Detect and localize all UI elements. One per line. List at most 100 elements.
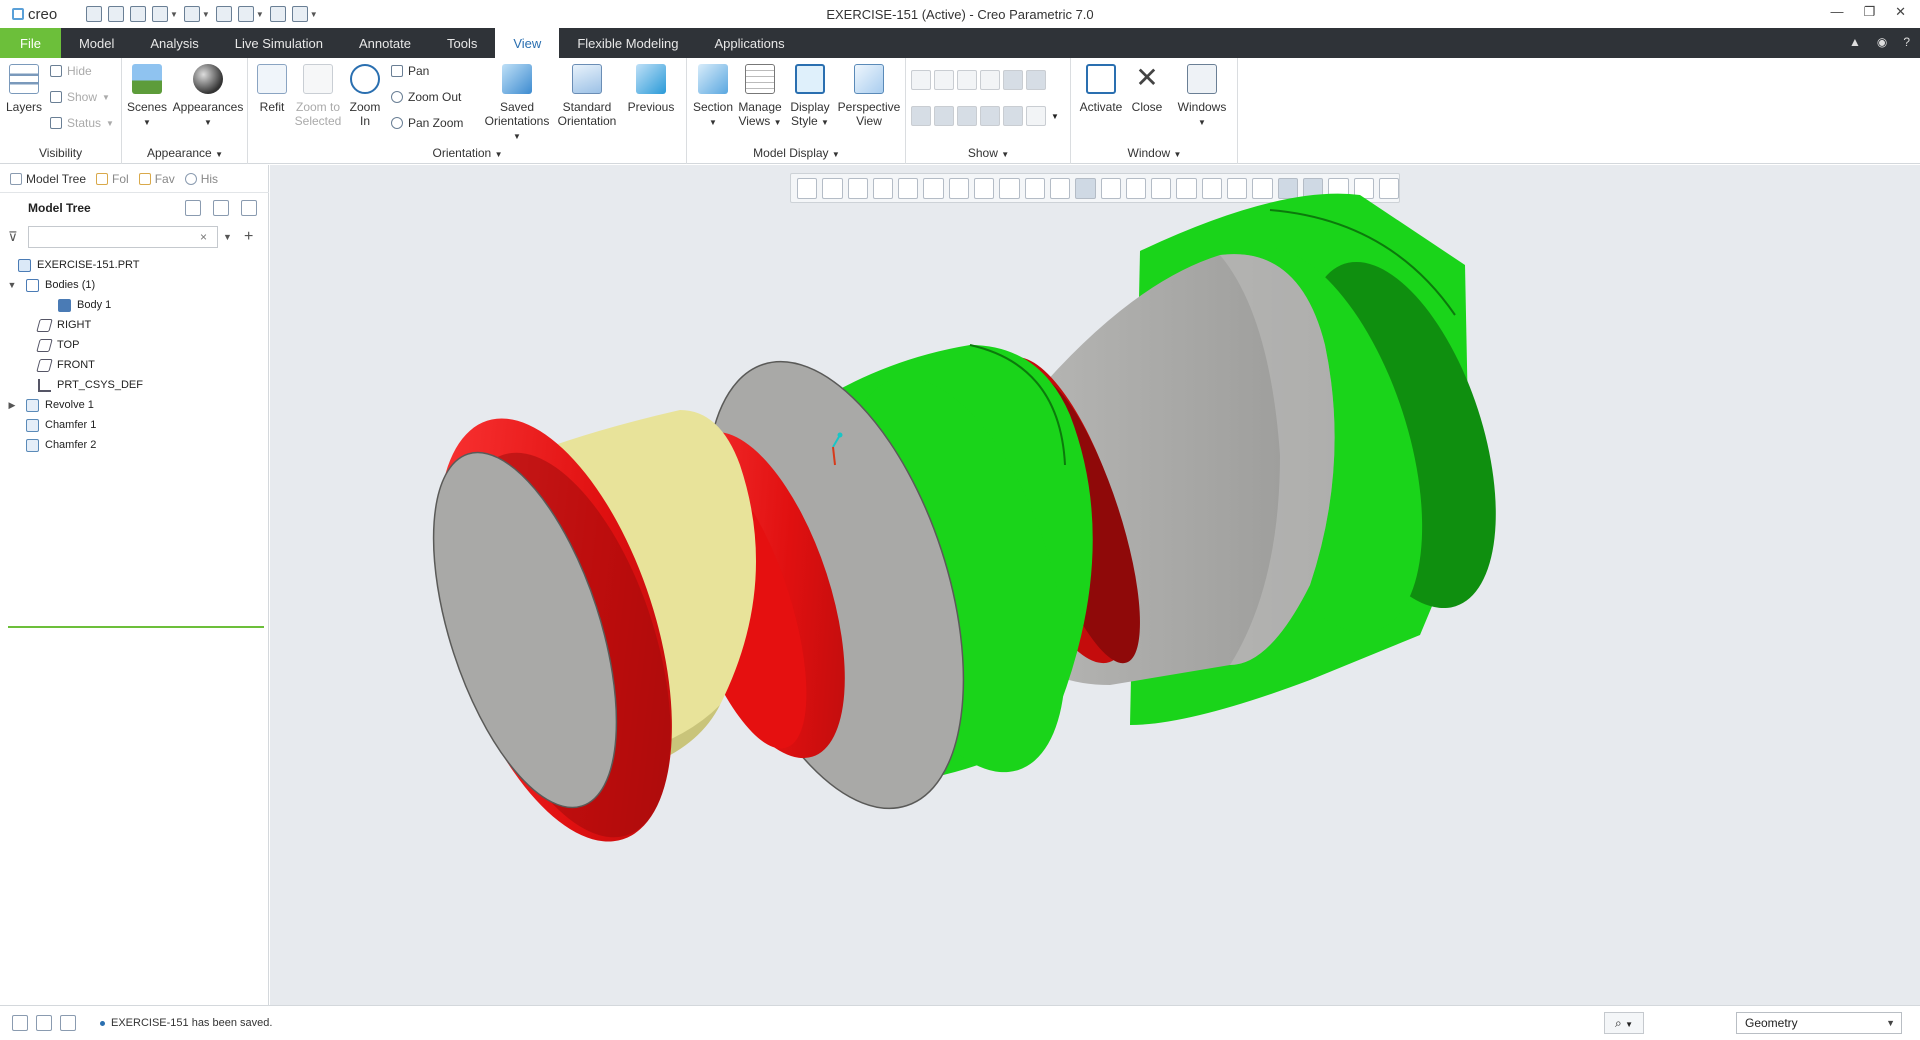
redo-dropdown-icon[interactable]: ▼ [202,10,210,19]
tab-favorites[interactable]: Fav [138,172,175,186]
minimize-icon[interactable]: — [1830,4,1843,20]
fullscreen-icon[interactable] [60,1015,76,1031]
zoom-in-button[interactable]: Zoom In [347,64,383,128]
tab-analysis[interactable]: Analysis [132,28,216,58]
tab-history[interactable]: His [184,172,218,186]
tree-node-chamfer-2[interactable]: Chamfer 2 [6,435,266,455]
regenerate-icon[interactable] [215,6,232,22]
tab-model-tree[interactable]: Model Tree [10,172,86,186]
annotation-display-icon[interactable] [1003,70,1023,90]
tree-node-top[interactable]: TOP [6,335,266,355]
tree-node-right[interactable]: RIGHT [6,315,266,335]
expand-icon[interactable]: ▼ [6,280,18,290]
undo-dropdown-icon[interactable]: ▼ [170,10,178,19]
search-options-dropdown-icon[interactable]: ▼ [223,232,232,242]
appearances-button[interactable]: Appearances ▼ [171,64,245,130]
clear-search-icon[interactable]: × [200,230,207,244]
navigator-toggle-icon[interactable] [12,1015,28,1031]
tab-model[interactable]: Model [61,28,132,58]
close-window-icon[interactable] [269,6,286,22]
selection-filter[interactable]: Geometry ▼ [1736,1012,1902,1034]
curve-display-icon[interactable] [1003,106,1023,126]
plane-tag-display-icon[interactable] [1026,70,1046,90]
close-button[interactable]: ✕ Close [1128,64,1166,115]
tab-applications[interactable]: Applications [696,28,802,58]
refit-button[interactable]: Refit [255,64,289,114]
tree-node-csys[interactable]: PRT_CSYS_DEF [6,375,266,395]
tab-live-simulation[interactable]: Live Simulation [217,28,341,58]
tree-node-bodies[interactable]: ▼ Bodies (1) [6,275,266,295]
point-display-icon[interactable] [957,70,977,90]
tab-flexible-modeling[interactable]: Flexible Modeling [559,28,696,58]
graphics-window[interactable] [270,165,1920,1005]
restore-icon[interactable]: ❐ [1863,4,1875,20]
show-button[interactable]: Show ▼ [50,90,110,104]
saved-orientations-button[interactable]: Saved Orientations ▼ [481,64,553,144]
open-icon[interactable] [108,6,124,22]
redo-icon[interactable] [183,6,200,22]
collapse-ribbon-icon[interactable]: ▲ [1849,35,1861,49]
windows-button[interactable]: Windows ▼ [1172,64,1232,130]
activate-button[interactable]: Activate [1076,64,1126,114]
plane-display-icon[interactable] [911,70,931,90]
section-button[interactable]: Section ▼ [692,64,734,130]
status-button[interactable]: Status ▼ [50,116,114,130]
tree-node-part[interactable]: EXERCISE-151.PRT [6,255,266,275]
show-menu-icon[interactable] [213,200,229,216]
tree-node-front[interactable]: FRONT [6,355,266,375]
filter-tree-icon[interactable] [241,200,257,216]
previous-button[interactable]: Previous [621,64,681,114]
tab-file[interactable]: File [0,28,61,58]
pan-button[interactable]: Pan [391,64,429,78]
tab-annotate[interactable]: Annotate [341,28,429,58]
tree-node-body-1[interactable]: Body 1 [6,295,266,315]
help-icon[interactable]: ? [1903,35,1910,49]
scenes-button[interactable]: Scenes ▼ [127,64,167,130]
perspective-view-button[interactable]: Perspective View [836,64,902,128]
axis-display-icon[interactable] [934,70,954,90]
model-viewport[interactable] [270,165,1920,1005]
tab-folder-browser[interactable]: Fol [96,172,129,186]
tree-node-revolve-1[interactable]: ▶ Revolve 1 [6,395,266,415]
customize-dropdown-icon[interactable]: ▼ [310,10,318,19]
group-label-show[interactable]: Show ▼ [907,146,1070,160]
tab-tools[interactable]: Tools [429,28,495,58]
zoom-out-button[interactable]: Zoom Out [391,90,461,104]
group-label-model-display[interactable]: Model Display ▼ [688,146,905,160]
zoom-to-selected-button[interactable]: Zoom to Selected [291,64,345,128]
browser-toggle-icon[interactable] [36,1015,52,1031]
group-label-window[interactable]: Window ▼ [1072,146,1237,160]
insert-here-marker[interactable] [8,626,264,628]
windows-icon[interactable] [237,6,254,22]
tree-search-input[interactable] [28,226,218,248]
standard-orientation-button[interactable]: Standard Orientation [555,64,619,128]
group-label-appearance[interactable]: Appearance ▼ [123,146,247,160]
find-button[interactable]: ⌕ ▼ [1604,1012,1644,1034]
filter-icon[interactable]: ⊽ [8,230,22,244]
new-icon[interactable] [86,6,102,22]
windows-dropdown-icon[interactable]: ▼ [256,10,264,19]
tab-view[interactable]: View [495,28,560,58]
csys-display-icon[interactable] [980,70,1000,90]
settings-icon[interactable] [185,200,201,216]
manage-views-button[interactable]: Manage Views ▼ [736,64,784,130]
spin-center-icon[interactable] [980,106,1000,126]
csys-tag-display-icon[interactable] [957,106,977,126]
expand-icon[interactable]: ▶ [6,400,18,411]
show-more-dropdown-icon[interactable]: ▼ [1051,112,1059,121]
group-label-orientation[interactable]: Orientation ▼ [249,146,686,160]
point-tag-display-icon[interactable] [934,106,954,126]
sketch-display-icon[interactable] [1026,106,1046,126]
resource-center-icon[interactable]: ◉ [1877,35,1887,49]
undo-icon[interactable] [152,6,168,22]
pan-zoom-button[interactable]: Pan Zoom [391,116,463,130]
axis-tag-display-icon[interactable] [911,106,931,126]
close-icon[interactable]: ✕ [1895,4,1906,20]
hide-button[interactable]: Hide [50,64,92,78]
add-icon[interactable]: + [244,228,253,246]
save-icon[interactable] [130,6,146,22]
display-style-button[interactable]: Display Style ▼ [786,64,834,130]
customize-icon[interactable] [291,6,308,22]
tree-node-chamfer-1[interactable]: Chamfer 1 [6,415,266,435]
layers-button[interactable]: Layers [6,64,42,114]
